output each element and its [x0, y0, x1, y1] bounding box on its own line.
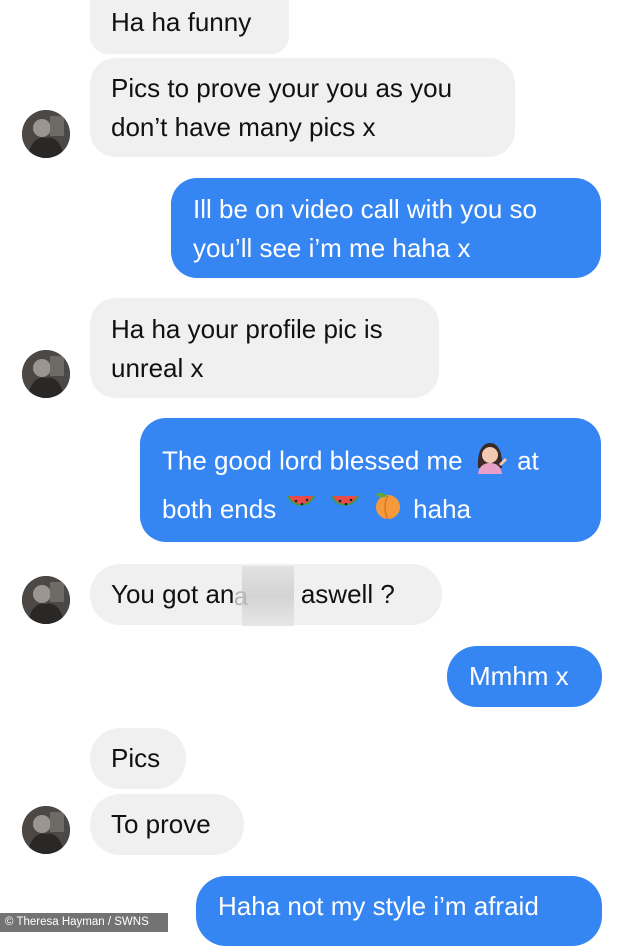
message-text: at [517, 445, 539, 476]
message-text: To prove [111, 809, 211, 839]
photo-credit-watermark: © Theresa Hayman / SWNS [0, 913, 168, 932]
outgoing-message-bubble[interactable]: Ill be on video call with you so you’ll … [171, 178, 601, 278]
incoming-message-bubble[interactable]: To prove [90, 794, 244, 855]
outgoing-message-bubble[interactable]: Mmhm x [447, 646, 602, 707]
avatar-photo-icon [22, 576, 70, 624]
contact-avatar[interactable] [22, 350, 70, 398]
incoming-message-bubble[interactable]: Ha ha funny [90, 0, 289, 54]
woman-tipping-hand-emoji-icon [472, 438, 508, 487]
avatar-photo-icon [22, 110, 70, 158]
outgoing-message-bubble[interactable]: Haha not my style i’m afraid [196, 876, 602, 946]
avatar-photo-icon [22, 350, 70, 398]
peach-emoji-icon [372, 489, 404, 534]
contact-avatar[interactable] [22, 576, 70, 624]
message-text: Mmhm x [469, 661, 569, 691]
incoming-message-bubble[interactable]: Pics to prove your you as you don’t have… [90, 58, 515, 157]
message-text: Ill be on video call with you so [193, 194, 537, 224]
message-text: The good lord blessed me [162, 445, 463, 476]
contact-avatar[interactable] [22, 806, 70, 854]
message-text: You got an [111, 579, 242, 609]
incoming-message-bubble[interactable]: Ha ha your profile pic is unreal x [90, 298, 439, 398]
outgoing-message-bubble[interactable]: The good lord blessed me at both ends ha… [140, 418, 601, 542]
message-text: Pics to prove your you as you [111, 73, 453, 103]
watermelon-emoji-icon [285, 489, 317, 533]
message-line: both ends haha [162, 487, 581, 534]
redacted-word: a [234, 566, 294, 627]
contact-avatar[interactable] [22, 110, 70, 158]
message-line: The good lord blessed me at [162, 438, 581, 487]
message-text: unreal x [111, 353, 204, 383]
message-text: Haha not my style i’m afraid [218, 891, 539, 921]
message-text: both ends [162, 494, 277, 524]
message-text: aswell ? [300, 579, 395, 609]
watermelon-emoji-icon [329, 489, 361, 533]
message-text: Pics [111, 743, 161, 773]
message-text: you’ll see i’m me haha x [193, 233, 471, 263]
message-text: don’t have many pics x [111, 112, 376, 142]
incoming-message-bubble[interactable]: Pics [90, 728, 186, 789]
message-text: Ha ha funny [111, 7, 252, 37]
message-text: Ha ha your profile pic is [111, 314, 383, 344]
incoming-message-bubble[interactable]: You got an a aswell ? [90, 564, 442, 627]
avatar-photo-icon [22, 806, 70, 854]
message-text: haha [413, 494, 471, 524]
